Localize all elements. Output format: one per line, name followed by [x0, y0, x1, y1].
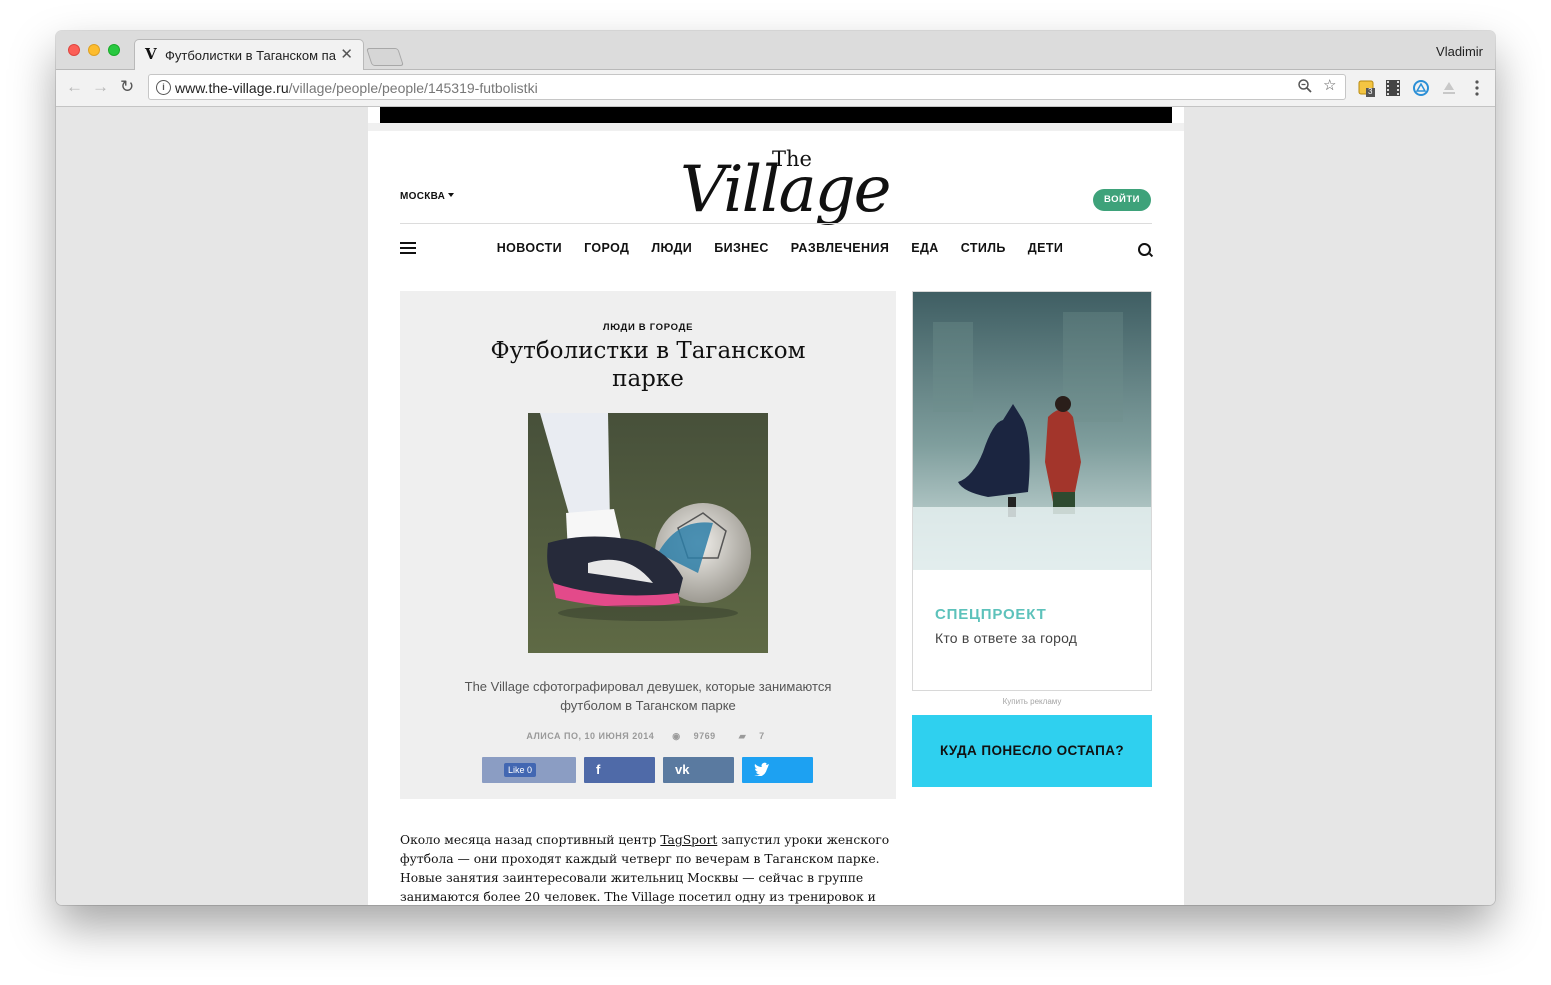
comments-value: 7	[759, 731, 765, 741]
tagsport-link[interactable]: TagSport	[660, 833, 717, 847]
buy-ad-link[interactable]: Купить рекламу	[912, 697, 1152, 706]
star-icon[interactable]: ☆	[1323, 76, 1336, 94]
nav-item-food[interactable]: ЕДА	[911, 241, 938, 255]
film-icon[interactable]	[1384, 79, 1402, 97]
reload-icon[interactable]: ↻	[120, 77, 134, 97]
promo-banner[interactable]: КУДА ПОНЕСЛО ОСТАПА?	[912, 715, 1152, 787]
city-label: МОСКВА	[400, 191, 446, 202]
tab-active[interactable]: V Футболистки в Таганском па ✕	[134, 39, 364, 70]
profile-name[interactable]: Vladimir	[1436, 44, 1483, 59]
title-bar: V Футболистки в Таганском па ✕ Vladimir	[56, 31, 1495, 70]
url-path: /village/people/people/145319-futbolistk…	[288, 80, 538, 96]
extension-badge: 3	[1368, 87, 1373, 96]
comment-icon: ▰	[738, 731, 750, 741]
views-value: 9769	[693, 731, 716, 741]
nav-item-city[interactable]: ГОРОД	[584, 241, 629, 255]
article-meta: АЛИСА ПО, 10 ИЮНЯ 2014 ◉ 9769 ▰ 7	[400, 731, 896, 742]
back-icon[interactable]: ←	[66, 77, 83, 97]
vk-icon: vk	[675, 762, 690, 777]
share-vk-button[interactable]: vk	[663, 757, 734, 783]
maximize-window-button[interactable]	[108, 44, 120, 56]
login-button[interactable]: ВОЙТИ	[1093, 189, 1151, 211]
facebook-like-button[interactable]: Like 0	[482, 757, 576, 783]
nav-item-entertainment[interactable]: РАЗВЛЕЧЕНИЯ	[791, 241, 889, 255]
page-viewport: МОСКВА The Village ВОЙТИ НОВОСТИ ГОРОД Л…	[56, 107, 1495, 905]
ad-title: Кто в ответе за город	[935, 630, 1078, 646]
nav-item-news[interactable]: НОВОСТИ	[497, 241, 562, 255]
top-banner-strip	[368, 123, 1184, 131]
address-bar[interactable]: i www.the-village.ru/village/people/peop…	[148, 74, 1346, 100]
minimize-window-button[interactable]	[88, 44, 100, 56]
caret-down-icon	[448, 193, 455, 197]
menu-dots-icon[interactable]	[1468, 79, 1486, 97]
nav-item-people[interactable]: ЛЮДИ	[651, 241, 692, 255]
views-count: ◉ 9769	[667, 731, 720, 741]
page-content: МОСКВА The Village ВОЙТИ НОВОСТИ ГОРОД Л…	[368, 107, 1184, 905]
tab-title: Футболистки в Таганском па	[165, 48, 336, 63]
nav-item-kids[interactable]: ДЕТИ	[1028, 241, 1063, 255]
article-rubric[interactable]: ЛЮДИ В ГОРОДЕ	[400, 322, 896, 333]
twitter-icon	[754, 762, 770, 779]
author-date[interactable]: АЛИСА ПО, 10 ИЮНЯ 2014	[526, 731, 654, 741]
forward-icon[interactable]: →	[92, 77, 109, 97]
header-divider	[400, 223, 1152, 224]
main-nav: НОВОСТИ ГОРОД ЛЮДИ БИЗНЕС РАЗВЛЕЧЕНИЯ ЕД…	[480, 241, 1080, 255]
hamburger-menu-icon[interactable]	[400, 242, 416, 257]
drive-icon[interactable]	[1412, 79, 1430, 97]
url-host: www.the-village.ru	[175, 80, 289, 96]
site-logo[interactable]: The Village	[680, 147, 891, 233]
comments-count[interactable]: ▰ 7	[734, 731, 770, 741]
facebook-icon: f	[596, 762, 601, 777]
nav-item-style[interactable]: СТИЛЬ	[961, 241, 1006, 255]
extension-icon[interactable]: 3	[1358, 79, 1376, 97]
share-facebook-button[interactable]: f	[584, 757, 655, 783]
download-icon[interactable]	[1440, 79, 1458, 97]
zoom-icon[interactable]	[1297, 78, 1313, 98]
special-project-image[interactable]	[913, 292, 1151, 570]
close-window-button[interactable]	[68, 44, 80, 56]
tab-close-icon[interactable]: ✕	[340, 45, 353, 63]
logo-village: Village	[680, 153, 891, 227]
sidebar-special-project-ad[interactable]: СПЕЦПРОЕКТ Кто в ответе за город	[912, 291, 1152, 691]
village-favicon-icon: V	[145, 45, 157, 63]
share-twitter-button[interactable]	[742, 757, 813, 783]
eye-icon: ◉	[672, 731, 684, 741]
search-icon[interactable]	[1138, 243, 1151, 256]
url-text[interactable]: www.the-village.ru/village/people/people…	[175, 80, 538, 96]
city-selector[interactable]: МОСКВА	[400, 191, 455, 202]
article-body: Около месяца назад спортивный центр TagS…	[400, 831, 896, 905]
ad-kicker: СПЕЦПРОЕКТ	[935, 606, 1047, 623]
body-text-start: Около месяца назад спортивный центр	[400, 833, 661, 847]
info-icon[interactable]: i	[156, 80, 171, 95]
like-label: Like 0	[504, 763, 537, 777]
nav-item-business[interactable]: БИЗНЕС	[714, 241, 769, 255]
article-title: Футболистки в Таганском парке	[490, 338, 806, 392]
top-banner-ad[interactable]	[380, 107, 1172, 123]
article-hero-image[interactable]	[528, 413, 768, 653]
article-lede: The Village сфотографировал девушек, кот…	[464, 679, 832, 713]
new-tab-button[interactable]	[366, 48, 404, 66]
browser-window: V Футболистки в Таганском па ✕ Vladimir …	[56, 31, 1495, 905]
article-hero: ЛЮДИ В ГОРОДЕ Футболистки в Таганском па…	[400, 291, 896, 799]
browser-toolbar: ← → ↻ i www.the-village.ru/village/peopl…	[56, 70, 1495, 107]
